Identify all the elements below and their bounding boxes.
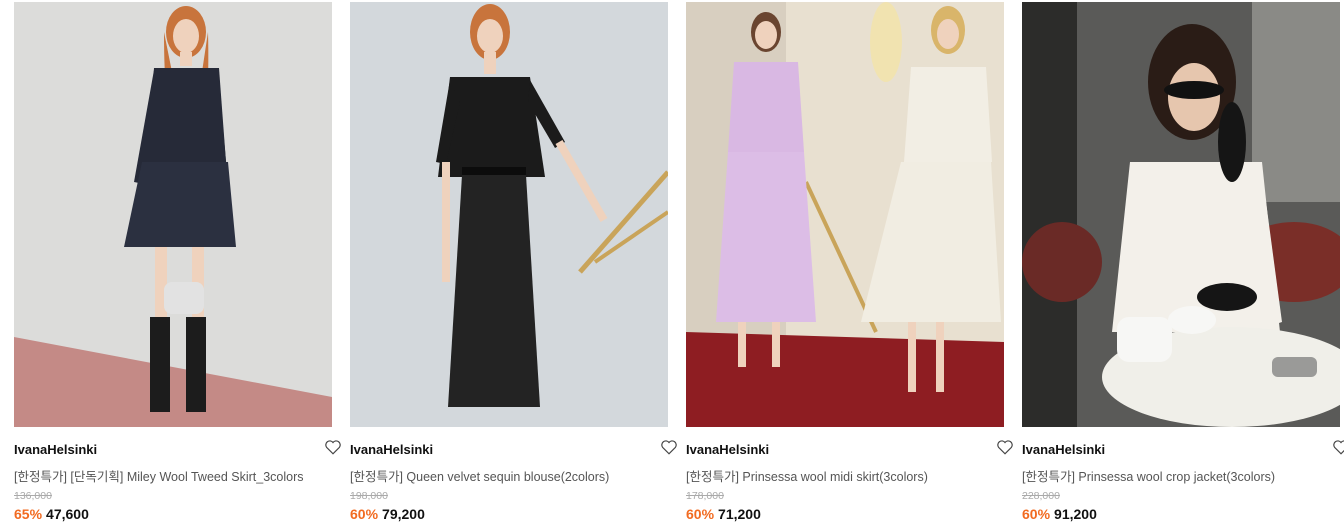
discount-rate: 60% bbox=[350, 506, 379, 522]
sale-price: 91,200 bbox=[1054, 506, 1097, 522]
product-name[interactable]: [한정특가] Prinsessa wool crop jacket(3color… bbox=[1022, 466, 1344, 485]
original-price: 198,000 bbox=[350, 490, 388, 502]
discount-rate: 65% bbox=[14, 506, 43, 522]
discount-rate: 60% bbox=[686, 506, 715, 522]
discount-rate: 60% bbox=[1022, 506, 1051, 522]
product-name[interactable]: [한정특가] Prinsessa wool midi skirt(3colors… bbox=[686, 466, 1016, 485]
price-line: 60% 91,200 bbox=[1022, 506, 1097, 522]
price-line: 60% 79,200 bbox=[350, 506, 425, 522]
original-price: 136,000 bbox=[14, 490, 52, 502]
heart-outline-icon[interactable] bbox=[1332, 438, 1344, 456]
product-name[interactable]: [한정특가] Queen velvet sequin blouse(2color… bbox=[350, 466, 680, 485]
heart-outline-icon[interactable] bbox=[996, 438, 1014, 456]
product-image[interactable] bbox=[686, 2, 1004, 427]
product-card[interactable]: IvanaHelsinki [한정특가] Queen velvet sequin… bbox=[350, 0, 677, 528]
price-line: 60% 71,200 bbox=[686, 506, 761, 522]
product-grid: IvanaHelsinki [한정특가] [단독기획] Miley Wool T… bbox=[0, 0, 1344, 528]
price-line: 65% 47,600 bbox=[14, 506, 89, 522]
product-card[interactable]: IvanaHelsinki [한정특가] [단독기획] Miley Wool T… bbox=[14, 0, 341, 528]
heart-outline-icon[interactable] bbox=[660, 438, 678, 456]
sale-price: 47,600 bbox=[46, 506, 89, 522]
original-price: 178,000 bbox=[686, 490, 724, 502]
product-card[interactable]: IvanaHelsinki [한정특가] Prinsessa wool crop… bbox=[1022, 0, 1344, 528]
product-image[interactable] bbox=[1022, 2, 1340, 427]
product-image[interactable] bbox=[350, 2, 668, 427]
product-name[interactable]: [한정특가] [단독기획] Miley Wool Tweed Skirt_3co… bbox=[14, 466, 344, 485]
product-brand[interactable]: IvanaHelsinki bbox=[1022, 442, 1105, 457]
product-brand[interactable]: IvanaHelsinki bbox=[686, 442, 769, 457]
product-brand[interactable]: IvanaHelsinki bbox=[350, 442, 433, 457]
original-price: 228,000 bbox=[1022, 490, 1060, 502]
sale-price: 79,200 bbox=[382, 506, 425, 522]
product-card[interactable]: IvanaHelsinki [한정특가] Prinsessa wool midi… bbox=[686, 0, 1013, 528]
product-image[interactable] bbox=[14, 2, 332, 427]
sale-price: 71,200 bbox=[718, 506, 761, 522]
product-brand[interactable]: IvanaHelsinki bbox=[14, 442, 97, 457]
heart-outline-icon[interactable] bbox=[324, 438, 342, 456]
